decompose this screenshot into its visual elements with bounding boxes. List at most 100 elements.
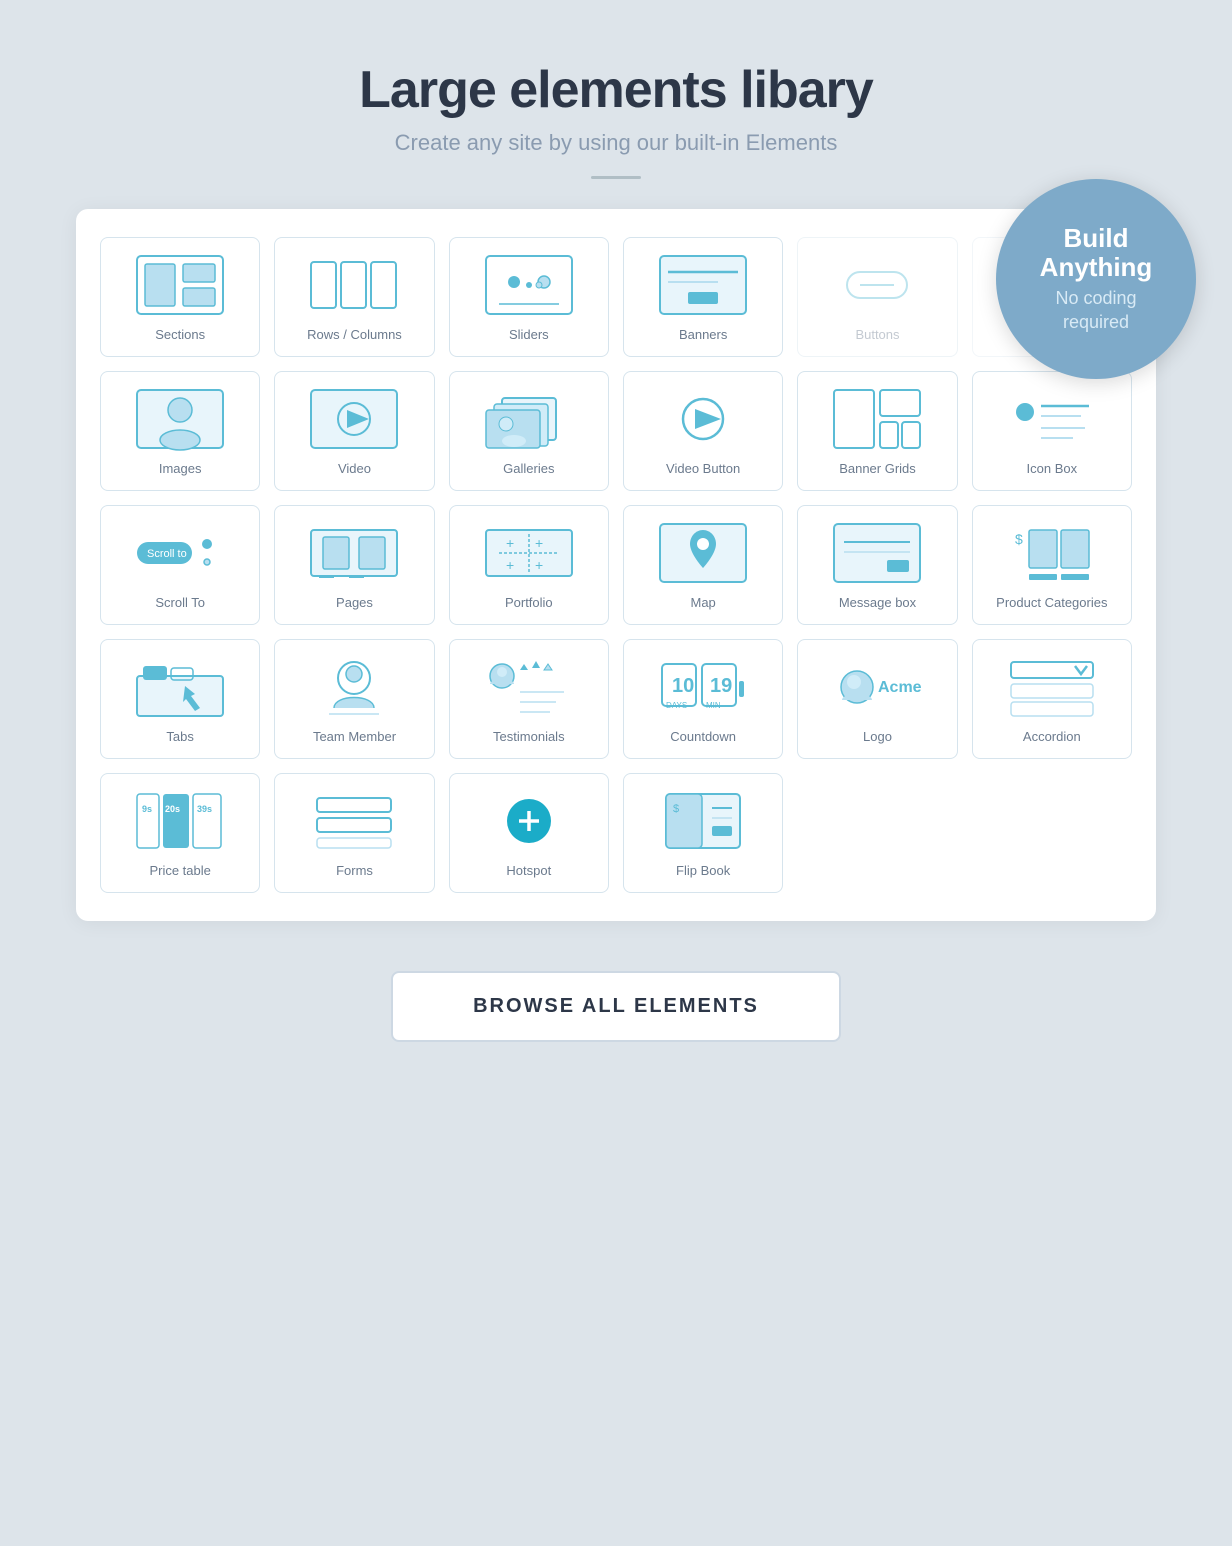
svg-text:$: $ (1015, 531, 1023, 547)
rows-columns-label: Rows / Columns (307, 327, 402, 344)
images-label: Images (159, 461, 202, 478)
element-card-video-button[interactable]: Video Button (623, 371, 783, 491)
flip-book-icon: $ (658, 788, 748, 853)
element-card-galleries[interactable]: Galleries (449, 371, 609, 491)
svg-text:+: + (506, 557, 514, 573)
product-categories-icon: $ (1007, 520, 1097, 585)
forms-icon (309, 788, 399, 853)
scroll-to-icon: Scroll to (135, 520, 225, 585)
map-label: Map (691, 595, 716, 612)
buttons-icon (832, 252, 922, 317)
portfolio-label: Portfolio (505, 595, 553, 612)
video-button-label: Video Button (666, 461, 740, 478)
element-card-price-table[interactable]: 9s 20s 39s Price table (100, 773, 260, 893)
element-card-tabs[interactable]: Tabs (100, 639, 260, 759)
icon-box-icon (1007, 386, 1097, 451)
divider (591, 176, 641, 179)
tabs-icon (135, 654, 225, 719)
video-icon (309, 386, 399, 451)
svg-text:DAYS: DAYS (666, 701, 687, 710)
page-header: Large elements libary Create any site by… (359, 60, 873, 179)
svg-text:Scroll to: Scroll to (147, 548, 187, 560)
banners-icon (658, 252, 748, 317)
scroll-to-label: Scroll To (155, 595, 205, 612)
page-title: Large elements libary (359, 60, 873, 120)
flip-book-label: Flip Book (676, 863, 730, 880)
element-card-map[interactable]: Map (623, 505, 783, 625)
pages-label: Pages (336, 595, 373, 612)
element-card-sliders[interactable]: Sliders (449, 237, 609, 357)
element-card-rows-columns[interactable]: Rows / Columns (274, 237, 434, 357)
element-card-images[interactable]: Images (100, 371, 260, 491)
galleries-label: Galleries (503, 461, 554, 478)
tabs-label: Tabs (166, 729, 193, 746)
element-card-scroll-to[interactable]: Scroll to Scroll To (100, 505, 260, 625)
product-categories-label: Product Categories (996, 595, 1107, 612)
video-button-icon (658, 386, 748, 451)
svg-text:20s: 20s (165, 804, 180, 814)
element-card-flip-book[interactable]: $ Flip Book (623, 773, 783, 893)
portfolio-icon: + + + + (484, 520, 574, 585)
sliders-label: Sliders (509, 327, 549, 344)
hotspot-icon (484, 788, 574, 853)
svg-text:9s: 9s (142, 804, 152, 814)
page-subtitle: Create any site by using our built-in El… (359, 130, 873, 156)
element-card-hotspot[interactable]: Hotspot (449, 773, 609, 893)
buttons-label: Buttons (855, 327, 899, 344)
element-card-team-member[interactable]: Team Member (274, 639, 434, 759)
svg-text:MIN: MIN (706, 701, 721, 710)
svg-text:39s: 39s (197, 804, 212, 814)
build-bubble: BuildAnything No codingrequired (996, 179, 1196, 379)
browse-btn-wrap: BROWSE ALL ELEMENTS (391, 971, 841, 1042)
logo-icon: Acme (832, 654, 922, 719)
element-card-testimonials[interactable]: Testimonials (449, 639, 609, 759)
svg-text:Acme: Acme (878, 679, 922, 696)
elements-grid: Sections Rows / Columns (100, 237, 1132, 893)
sliders-icon (484, 252, 574, 317)
element-card-video[interactable]: Video (274, 371, 434, 491)
message-box-label: Message box (839, 595, 916, 612)
element-card-accordion[interactable]: Accordion (972, 639, 1132, 759)
message-box-icon (832, 520, 922, 585)
map-icon (658, 520, 748, 585)
testimonials-label: Testimonials (493, 729, 565, 746)
element-card-banners[interactable]: Banners (623, 237, 783, 357)
video-label: Video (338, 461, 371, 478)
element-card-countdown[interactable]: 10 DAYS 19 MIN Countdown (623, 639, 783, 759)
element-card-pages[interactable]: Pages (274, 505, 434, 625)
price-table-icon: 9s 20s 39s (135, 788, 225, 853)
library-container: BuildAnything No codingrequired Sections (76, 209, 1156, 921)
sections-icon (135, 252, 225, 317)
sections-label: Sections (155, 327, 205, 344)
element-card-sections[interactable]: Sections (100, 237, 260, 357)
element-card-banner-grids[interactable]: Banner Grids (797, 371, 957, 491)
element-card-portfolio[interactable]: + + + + Portfolio (449, 505, 609, 625)
images-icon (135, 386, 225, 451)
element-card-product-categories[interactable]: $ Product Categories (972, 505, 1132, 625)
price-table-label: Price table (149, 863, 210, 880)
svg-text:19: 19 (710, 675, 732, 697)
element-card-forms[interactable]: Forms (274, 773, 434, 893)
svg-text:+: + (506, 535, 514, 551)
element-card-icon-box[interactable]: Icon Box (972, 371, 1132, 491)
bubble-title: BuildAnything (1040, 224, 1153, 281)
team-member-label: Team Member (313, 729, 396, 746)
element-card-logo[interactable]: Acme Logo (797, 639, 957, 759)
svg-text:+: + (535, 535, 543, 551)
countdown-icon: 10 DAYS 19 MIN (658, 654, 748, 719)
svg-text:$: $ (673, 803, 679, 815)
svg-text:+: + (535, 557, 543, 573)
pages-icon (309, 520, 399, 585)
bubble-subtitle: No codingrequired (1055, 287, 1136, 334)
galleries-icon (484, 386, 574, 451)
hotspot-label: Hotspot (506, 863, 551, 880)
element-card-message-box[interactable]: Message box (797, 505, 957, 625)
browse-all-button[interactable]: BROWSE ALL ELEMENTS (391, 971, 841, 1042)
banner-grids-icon (832, 386, 922, 451)
banners-label: Banners (679, 327, 727, 344)
icon-box-label: Icon Box (1027, 461, 1078, 478)
element-card-buttons[interactable]: Buttons (797, 237, 957, 357)
accordion-label: Accordion (1023, 729, 1081, 746)
banner-grids-label: Banner Grids (839, 461, 916, 478)
testimonials-icon (484, 654, 574, 719)
